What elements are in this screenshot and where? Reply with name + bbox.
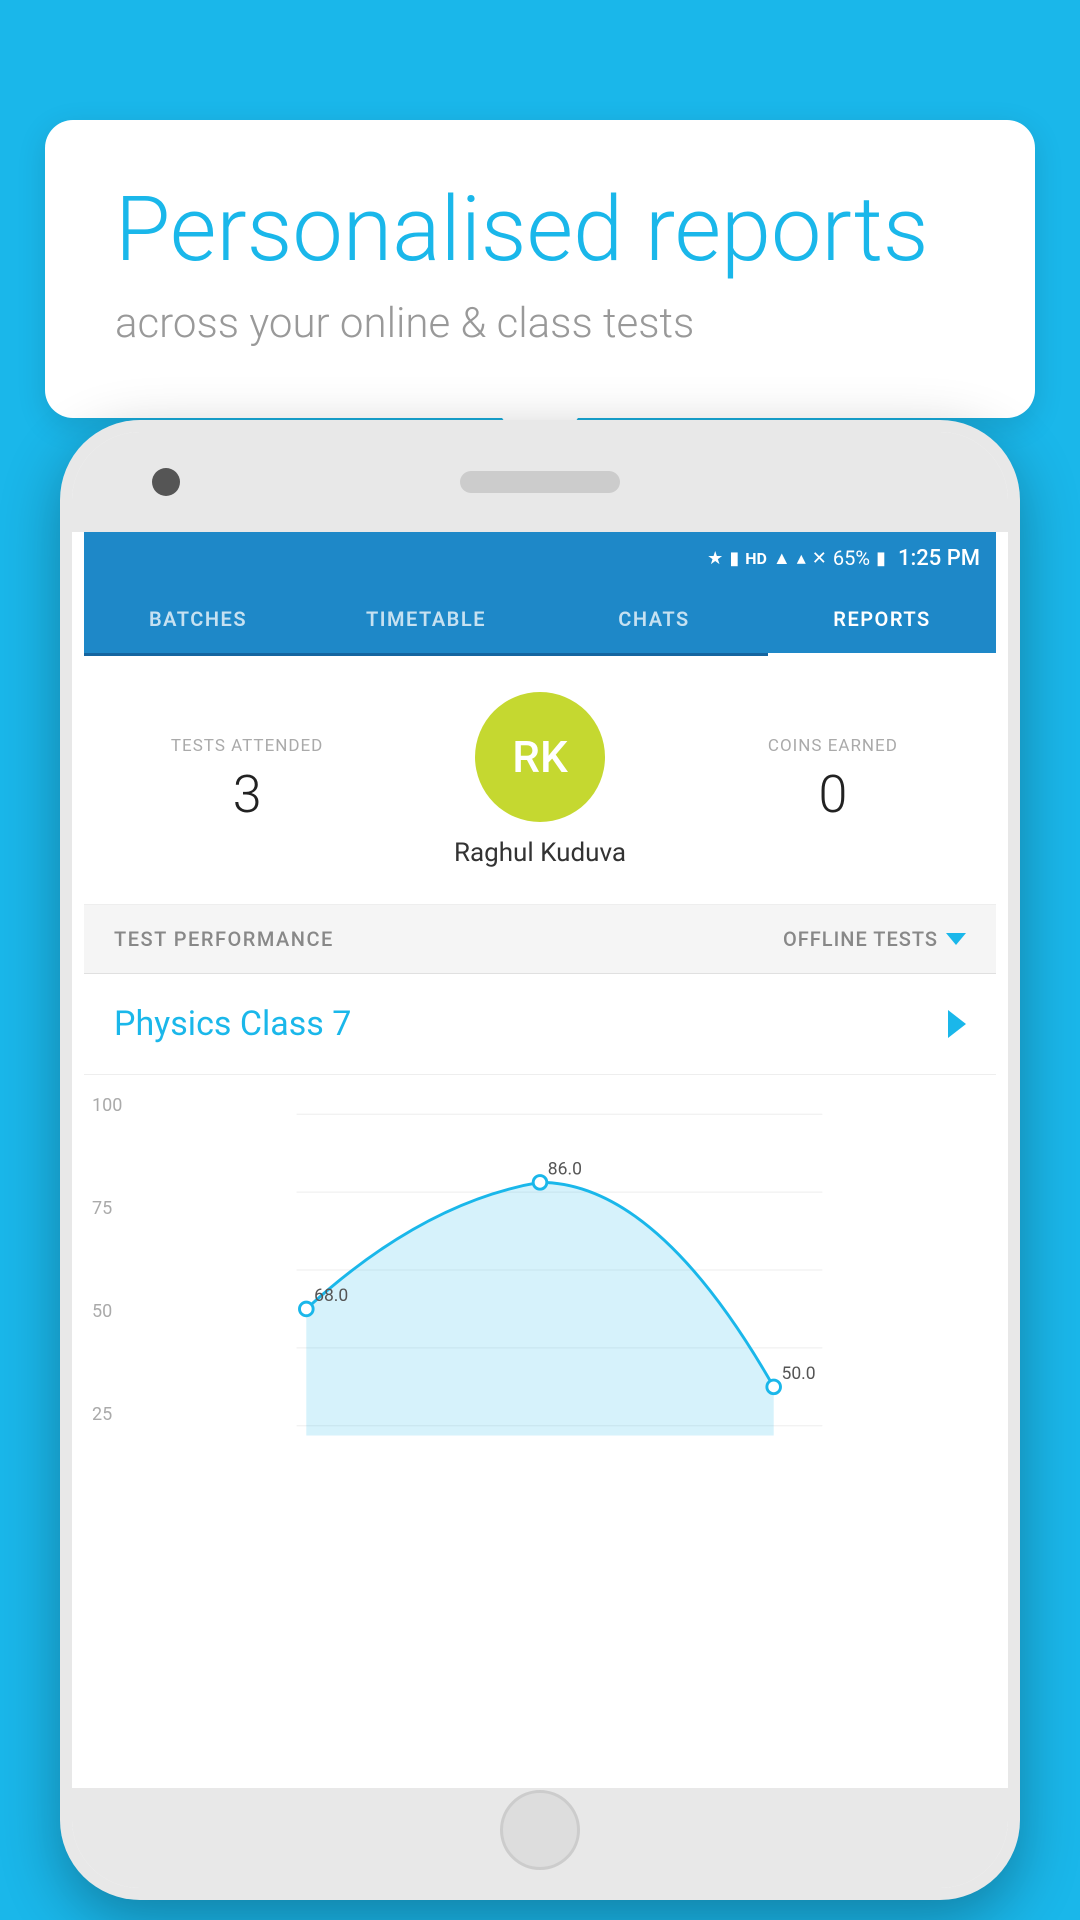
tests-attended-label: TESTS ATTENDED [114, 736, 380, 756]
coins-earned-block: COINS EARNED 0 [700, 736, 966, 825]
performance-label: TEST PERFORMANCE [114, 927, 334, 951]
data-label-2: 86.0 [548, 1160, 582, 1180]
chevron-down-icon [946, 933, 966, 945]
tests-attended-block: TESTS ATTENDED 3 [114, 736, 380, 825]
signal-icon: ▴ [797, 548, 806, 569]
tab-chats[interactable]: CHATS [540, 584, 768, 656]
chevron-right-icon [948, 1010, 966, 1038]
bubble-subtitle: across your online & class tests [115, 299, 965, 348]
tests-attended-value: 3 [114, 764, 380, 825]
battery-icon: ▮ [876, 548, 886, 569]
chart-svg: 68.0 86.0 50.0 [84, 1085, 996, 1455]
coins-earned-value: 0 [700, 764, 966, 825]
chart-area-fill [306, 1182, 773, 1435]
y-label-25: 25 [92, 1404, 122, 1425]
profile-section: TESTS ATTENDED 3 RK Raghul Kuduva COINS … [84, 656, 996, 905]
vibrate-icon: ▮ [729, 548, 739, 569]
data-point-1 [300, 1302, 314, 1316]
offline-tests-button[interactable]: OFFLINE TESTS [783, 927, 966, 951]
phone-frame: ★ ▮ HD ▲ ▴ ✕ 65% ▮ 1:25 PM BATCHES TIMET… [60, 420, 1020, 1900]
y-label-50: 50 [92, 1301, 122, 1322]
class-row[interactable]: Physics Class 7 [84, 974, 996, 1075]
screen: ★ ▮ HD ▲ ▴ ✕ 65% ▮ 1:25 PM BATCHES TIMET… [84, 532, 996, 1788]
bottom-bezel [72, 1788, 1008, 1888]
class-name: Physics Class 7 [114, 1004, 351, 1044]
avatar-name: Raghul Kuduva [454, 838, 626, 868]
tab-batches[interactable]: BATCHES [84, 584, 312, 656]
status-time: 1:25 PM [898, 546, 980, 571]
status-icons: ★ ▮ HD ▲ ▴ ✕ 65% ▮ 1:25 PM [707, 546, 980, 571]
avatar-initials: RK [512, 731, 568, 783]
hd-icon: HD [745, 549, 767, 568]
status-bar: ★ ▮ HD ▲ ▴ ✕ 65% ▮ 1:25 PM [84, 532, 996, 584]
data-point-3 [767, 1380, 781, 1394]
speaker [460, 471, 620, 493]
camera-icon [152, 468, 180, 496]
tab-reports[interactable]: REPORTS [768, 584, 996, 656]
speech-bubble: Personalised reports across your online … [45, 120, 1035, 418]
avatar-block: RK Raghul Kuduva [380, 692, 700, 868]
x-icon: ✕ [812, 548, 827, 569]
y-axis: 100 75 50 25 [92, 1075, 122, 1455]
wifi-icon: ▲ [773, 548, 791, 569]
bluetooth-icon: ★ [707, 548, 723, 569]
y-label-75: 75 [92, 1198, 122, 1219]
bubble-title: Personalised reports [115, 180, 965, 279]
phone-top-bezel [72, 432, 1008, 532]
tab-timetable[interactable]: TIMETABLE [312, 584, 540, 656]
battery-level: 65% [833, 546, 870, 570]
avatar: RK [475, 692, 605, 822]
chart-area: 100 75 50 25 [84, 1075, 996, 1455]
phone-inner: ★ ▮ HD ▲ ▴ ✕ 65% ▮ 1:25 PM BATCHES TIMET… [72, 432, 1008, 1888]
coins-earned-label: COINS EARNED [700, 736, 966, 756]
data-label-1: 68.0 [314, 1286, 348, 1306]
home-button[interactable] [500, 1790, 580, 1870]
offline-tests-label: OFFLINE TESTS [783, 927, 938, 951]
data-label-3: 50.0 [781, 1364, 815, 1384]
performance-section: TEST PERFORMANCE OFFLINE TESTS [84, 905, 996, 974]
data-point-2 [533, 1176, 547, 1190]
nav-tabs: BATCHES TIMETABLE CHATS REPORTS [84, 584, 996, 656]
y-label-100: 100 [92, 1095, 122, 1116]
